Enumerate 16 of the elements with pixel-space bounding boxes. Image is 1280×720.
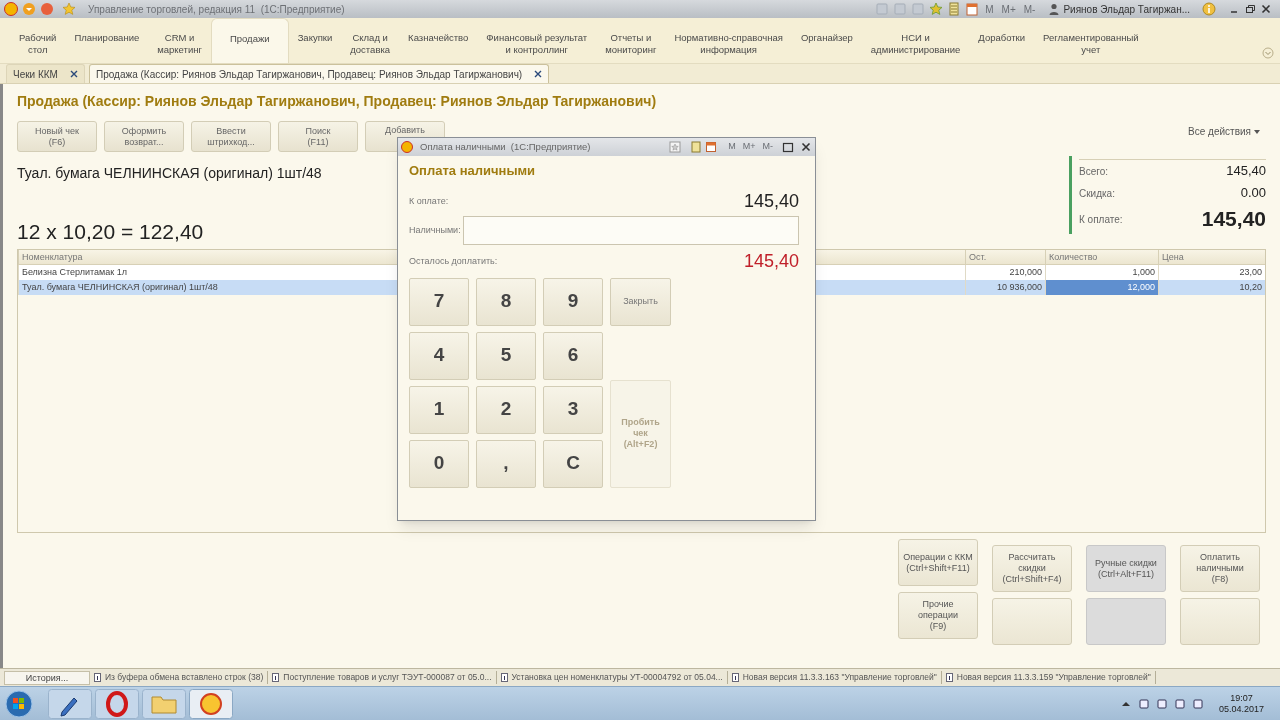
- total-value: 0.00: [1240, 184, 1266, 203]
- total-label: К оплате:: [1079, 212, 1123, 227]
- total-value: 145,40: [1201, 206, 1266, 233]
- product-name: Туал. бумага ЧЕЛНИНСКАЯ (оригинал) 1шт/48: [17, 164, 322, 183]
- window-title: Управление торговлей, редакция 11 (1С:Предприятие): [88, 2, 345, 17]
- field-label: Наличными:: [409, 223, 462, 237]
- field-label: Осталось доплатить:: [409, 254, 498, 268]
- total-label: Скидка:: [1079, 186, 1115, 201]
- total-value: 145,40: [1226, 162, 1266, 181]
- amount-due: 145,40: [743, 190, 799, 213]
- form-title: Продажа (Кассир: Риянов Эльдар Тагиржанович, Продавец: Риянов Эльдар Тагиржанович): [17, 92, 658, 111]
- amount-remaining: 145,40: [743, 250, 799, 273]
- calculation-text: 12 x 10,20 = 122,40: [17, 219, 204, 245]
- field-label: К оплате:: [409, 194, 449, 208]
- dialog-heading: Оплата наличными: [409, 162, 537, 180]
- total-label: Всего:: [1079, 164, 1108, 179]
